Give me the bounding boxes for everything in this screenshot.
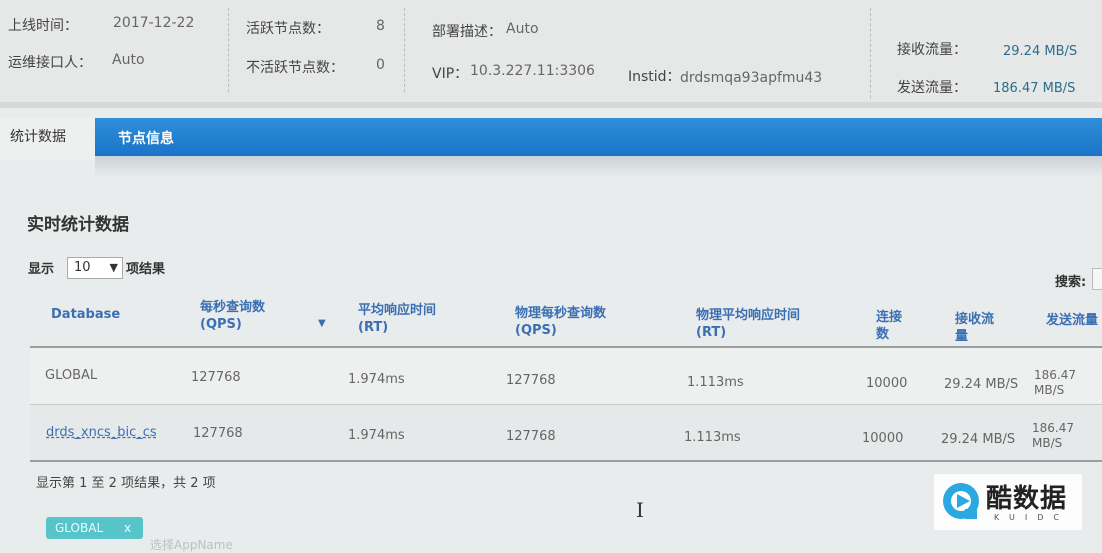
cell-qps: 127768 [191,370,241,385]
cell-send: 186.47 MB/S [1032,421,1074,450]
page-length-value: 10 [74,260,91,275]
search-label: 搜索: [1055,275,1087,290]
filter-tag-global[interactable]: GLOBAL x [46,517,143,539]
text-cursor-icon: I [636,498,644,522]
page-length-select[interactable]: 10 ▼ [67,257,123,279]
cell-connections: 10000 [862,431,904,446]
cell-database: GLOBAL [45,368,98,383]
section-title: 实时统计数据 [27,215,129,235]
send-traffic-label: 发送流量： [897,80,967,96]
recv-traffic-label: 接收流量： [897,42,967,58]
cell-database: drds_xncs_bic_cs [46,425,157,440]
play-logo-icon [943,483,979,519]
cell-physical-qps: 127768 [506,429,556,444]
watermark-subtext: KUIDC [994,513,1069,522]
online-time-value: 2017-12-22 [113,15,195,31]
send-traffic-value: 186.47 MB/S [993,81,1076,96]
instid-label: Instid： [628,69,681,85]
page-length-suffix: 项结果 [126,262,166,277]
cell-rt: 1.974ms [348,428,405,443]
divider [404,8,405,92]
column-header-database[interactable]: Database [51,306,151,323]
divider [228,8,229,92]
cell-send: 186.47 MB/S [1034,368,1076,397]
cell-rt: 1.974ms [348,372,405,387]
column-header-physical-rt[interactable]: 物理平均响应时间 (RT) [696,307,818,341]
search-input[interactable] [1092,268,1102,290]
chevron-down-icon: ▼ [109,261,118,274]
recv-traffic-value: 29.24 MB/S [1003,44,1078,59]
ops-contact-label: 运维接口人： [8,55,92,71]
pagination-info: 显示第 1 至 2 项结果，共 2 项 [36,476,216,491]
cell-physical-rt: 1.113ms [687,375,744,390]
cell-recv: 29.24 MB/S [941,432,1016,447]
column-header-physical-qps[interactable]: 物理每秒查询数 (QPS) [515,305,627,339]
active-nodes-label: 活跃节点数： [246,21,330,37]
cell-physical-qps: 127768 [506,373,556,388]
database-link[interactable]: drds_xncs_bic_cs [46,425,157,440]
instance-info-panel: 上线时间： 2017-12-22 运维接口人： Auto 活跃节点数： 8 不活… [0,0,1102,108]
column-header-send[interactable]: 发送流量 [1046,312,1098,329]
close-icon[interactable]: x [124,517,131,539]
inactive-nodes-label: 不活跃节点数： [246,60,344,76]
cell-connections: 10000 [866,376,908,391]
column-header-qps[interactable]: 每秒查询数 (QPS) [200,299,290,333]
divider [870,8,871,98]
appname-placeholder: 选择AppName [150,538,233,552]
vip-label: VIP： [432,66,469,82]
deploy-desc-label: 部署描述： [432,24,502,40]
deploy-desc-value: Auto [506,21,539,37]
inactive-nodes-value: 0 [376,57,385,73]
panel-bottom-border [0,102,1102,108]
column-header-rt[interactable]: 平均响应时间 (RT) [358,302,458,336]
tab-statistics[interactable]: 统计数据 [0,118,95,160]
instid-value: drdsmqa93apfmu43 [680,70,823,86]
tab-shadow [95,156,1102,178]
cell-physical-rt: 1.113ms [684,430,741,445]
cell-recv: 29.24 MB/S [944,377,1019,392]
online-time-label: 上线时间： [8,18,78,34]
sort-desc-icon[interactable]: ▼ [318,318,326,329]
active-nodes-value: 8 [376,18,385,34]
column-header-recv[interactable]: 接收流量 [955,311,1003,345]
ops-contact-value: Auto [112,52,145,68]
tab-node-info[interactable]: 节点信息 [118,128,174,148]
page-length-prefix: 显示 [28,262,55,277]
column-header-connections[interactable]: 连接数 [876,309,910,343]
watermark: 酷数据 KUIDC [934,474,1082,530]
table-footer-divider [30,460,1102,462]
cell-qps: 127768 [193,426,243,441]
watermark-text: 酷数据 [986,484,1068,514]
vip-value: 10.3.227.11:3306 [470,63,595,79]
filter-tag-label: GLOBAL [55,521,104,535]
